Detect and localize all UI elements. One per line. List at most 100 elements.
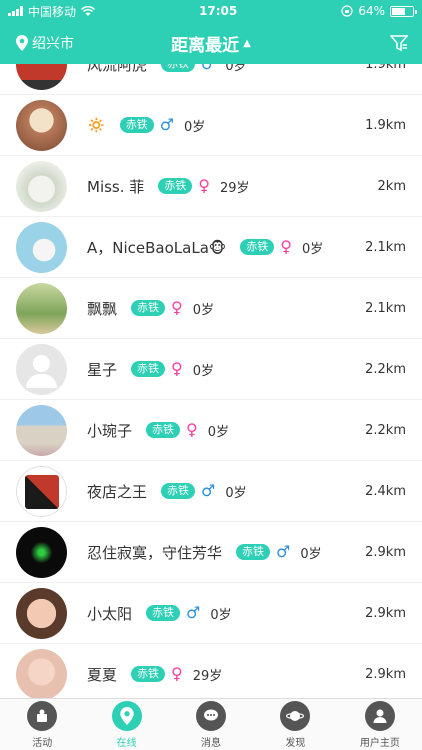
chat-bubble-icon (196, 700, 227, 731)
avatar[interactable] (16, 344, 67, 395)
tab-3[interactable]: 发现 (253, 699, 337, 750)
female-icon: ♀ (198, 176, 210, 195)
user-age: 0岁 (301, 241, 324, 257)
user-name: 🔅 (87, 116, 106, 134)
user-home-icon (364, 700, 395, 731)
male-icon: ♂ (159, 115, 175, 134)
wifi-icon (81, 5, 96, 16)
user-name: 风流阿虎 (87, 64, 148, 74)
distance-label: 1.9km (365, 64, 406, 72)
user-row[interactable]: 夏夏 赤铁 ♀ 29岁 2.9km (0, 644, 422, 698)
distance-label: 2.9km (365, 544, 406, 560)
distance-label: 1.9km (365, 117, 406, 133)
user-meta: 赤铁 ♂ 0岁 (236, 543, 322, 562)
user-meta: 赤铁 ♂ 0岁 (146, 604, 232, 623)
user-row[interactable]: 小太阳 赤铁 ♂ 0岁 2.9km (0, 583, 422, 644)
rank-badge: 赤铁 (131, 666, 166, 682)
tab-1[interactable]: 在线 (84, 699, 168, 750)
status-bar: 中国移动 17:05 64% (0, 0, 422, 22)
avatar[interactable] (16, 466, 67, 517)
user-row[interactable]: 忍住寂寞，守住芳华 赤铁 ♂ 0岁 2.9km (0, 522, 422, 583)
user-row[interactable]: A，NiceBaoLaLa🐵 赤铁 ♀ 0岁 2.1km (0, 217, 422, 278)
distance-label: 2.4km (365, 483, 406, 499)
user-meta: 赤铁 ♂ 0岁 (119, 115, 206, 135)
user-row[interactable]: 小琬子 赤铁 ♀ 0岁 2.2km (0, 400, 422, 461)
female-icon: ♀ (280, 237, 292, 256)
user-row[interactable]: 夜店之王 赤铁 ♂ 0岁 2.4km (0, 461, 422, 522)
location-label: 绍兴市 (32, 36, 74, 52)
rank-badge: 赤铁 (161, 483, 196, 499)
user-name: Miss. 菲 (87, 177, 145, 196)
user-age: 29岁 (220, 180, 250, 196)
user-name: 忍住寂寞，守住芳华 (87, 543, 223, 562)
user-row[interactable]: Miss. 菲赤铁 ♀ 29岁 2km (0, 156, 422, 217)
user-meta: 赤铁 ♀ 0岁 (131, 299, 214, 318)
rotation-lock-icon (341, 5, 353, 17)
female-icon: ♀ (171, 298, 183, 317)
avatar[interactable] (16, 649, 67, 698)
carrier-label: 中国移动 (28, 4, 77, 19)
signal-icon (8, 6, 23, 16)
user-meta: 赤铁 ♀ 0岁 (146, 421, 229, 440)
user-age: 0岁 (210, 607, 232, 623)
tab-label: 用户主页 (359, 737, 400, 749)
header: 中国移动 17:05 64% 绍兴市 距离最近 ▲ (0, 0, 422, 64)
rank-badge: 赤铁 (158, 178, 193, 194)
rank-badge: 赤铁 (131, 361, 166, 377)
battery-percent: 64% (358, 4, 385, 18)
user-age: 29岁 (192, 668, 223, 684)
avatar[interactable] (16, 64, 67, 90)
user-name: 飘飘 (87, 299, 118, 318)
user-age: 0岁 (192, 302, 215, 318)
avatar[interactable] (16, 161, 67, 212)
location-pin-icon (16, 35, 28, 51)
user-meta: 赤铁 ♀ 0岁 (131, 360, 214, 379)
male-icon: ♂ (201, 64, 215, 72)
female-icon: ♀ (171, 664, 183, 683)
page-title: 距离最近 (171, 35, 240, 56)
sort-selector[interactable]: 距离最近 ▲ (171, 31, 251, 56)
avatar[interactable] (16, 405, 67, 456)
female-icon: ♀ (171, 359, 183, 378)
distance-label: 2.9km (365, 666, 406, 682)
tab-label: 消息 (201, 737, 222, 749)
user-row[interactable]: 星子 赤铁 ♀ 0岁 2.2km (0, 339, 422, 400)
filter-icon[interactable] (390, 34, 408, 52)
rank-badge: 赤铁 (240, 239, 275, 255)
user-row[interactable]: 🔅 赤铁 ♂ 0岁 1.9km (0, 95, 422, 156)
user-meta: 赤铁 ♂ 0岁 (161, 64, 247, 74)
user-row[interactable]: 风流阿虎 赤铁 ♂ 0岁 1.9km (0, 64, 422, 95)
user-age: 0岁 (225, 64, 247, 74)
user-row[interactable]: 飘飘 赤铁 ♀ 0岁 2.1km (0, 278, 422, 339)
user-age: 0岁 (192, 363, 215, 379)
tab-label: 活动 (32, 737, 53, 749)
rank-badge: 赤铁 (236, 544, 271, 560)
activity-icon (27, 700, 58, 731)
user-name: 夜店之王 (87, 482, 148, 501)
user-meta: 赤铁 ♂ 0岁 (161, 482, 247, 501)
avatar[interactable] (16, 222, 67, 273)
tab-bar: 活动 在线 消息 发现 用户主页 (0, 698, 422, 750)
user-name: 小琬子 (87, 421, 133, 440)
user-name: A，NiceBaoLaLa🐵 (87, 238, 227, 257)
distance-label: 2.2km (365, 422, 406, 438)
rank-badge: 赤铁 (146, 422, 181, 438)
nearby-user-list: 风流阿虎赤铁♂0岁1.9km🔅赤铁♂0岁1.9kmMiss. 菲赤铁♀29岁2k… (0, 64, 422, 698)
avatar[interactable] (16, 588, 67, 639)
user-age: 0岁 (225, 485, 247, 501)
distance-label: 2.9km (365, 605, 406, 621)
battery-icon (389, 5, 417, 17)
avatar[interactable] (16, 100, 67, 151)
user-age: 0岁 (184, 119, 206, 135)
distance-label: 2.1km (365, 300, 406, 316)
tab-label: 发现 (285, 737, 306, 749)
tab-0[interactable]: 活动 (0, 699, 84, 750)
distance-label: 2.2km (365, 361, 406, 377)
user-name: 夏夏 (87, 665, 118, 684)
tab-2[interactable]: 消息 (169, 699, 253, 750)
avatar[interactable] (16, 527, 67, 578)
location-selector[interactable]: 绍兴市 (16, 22, 74, 64)
tab-4[interactable]: 用户主页 (338, 699, 422, 750)
avatar[interactable] (16, 283, 67, 334)
female-icon: ♀ (186, 420, 198, 439)
